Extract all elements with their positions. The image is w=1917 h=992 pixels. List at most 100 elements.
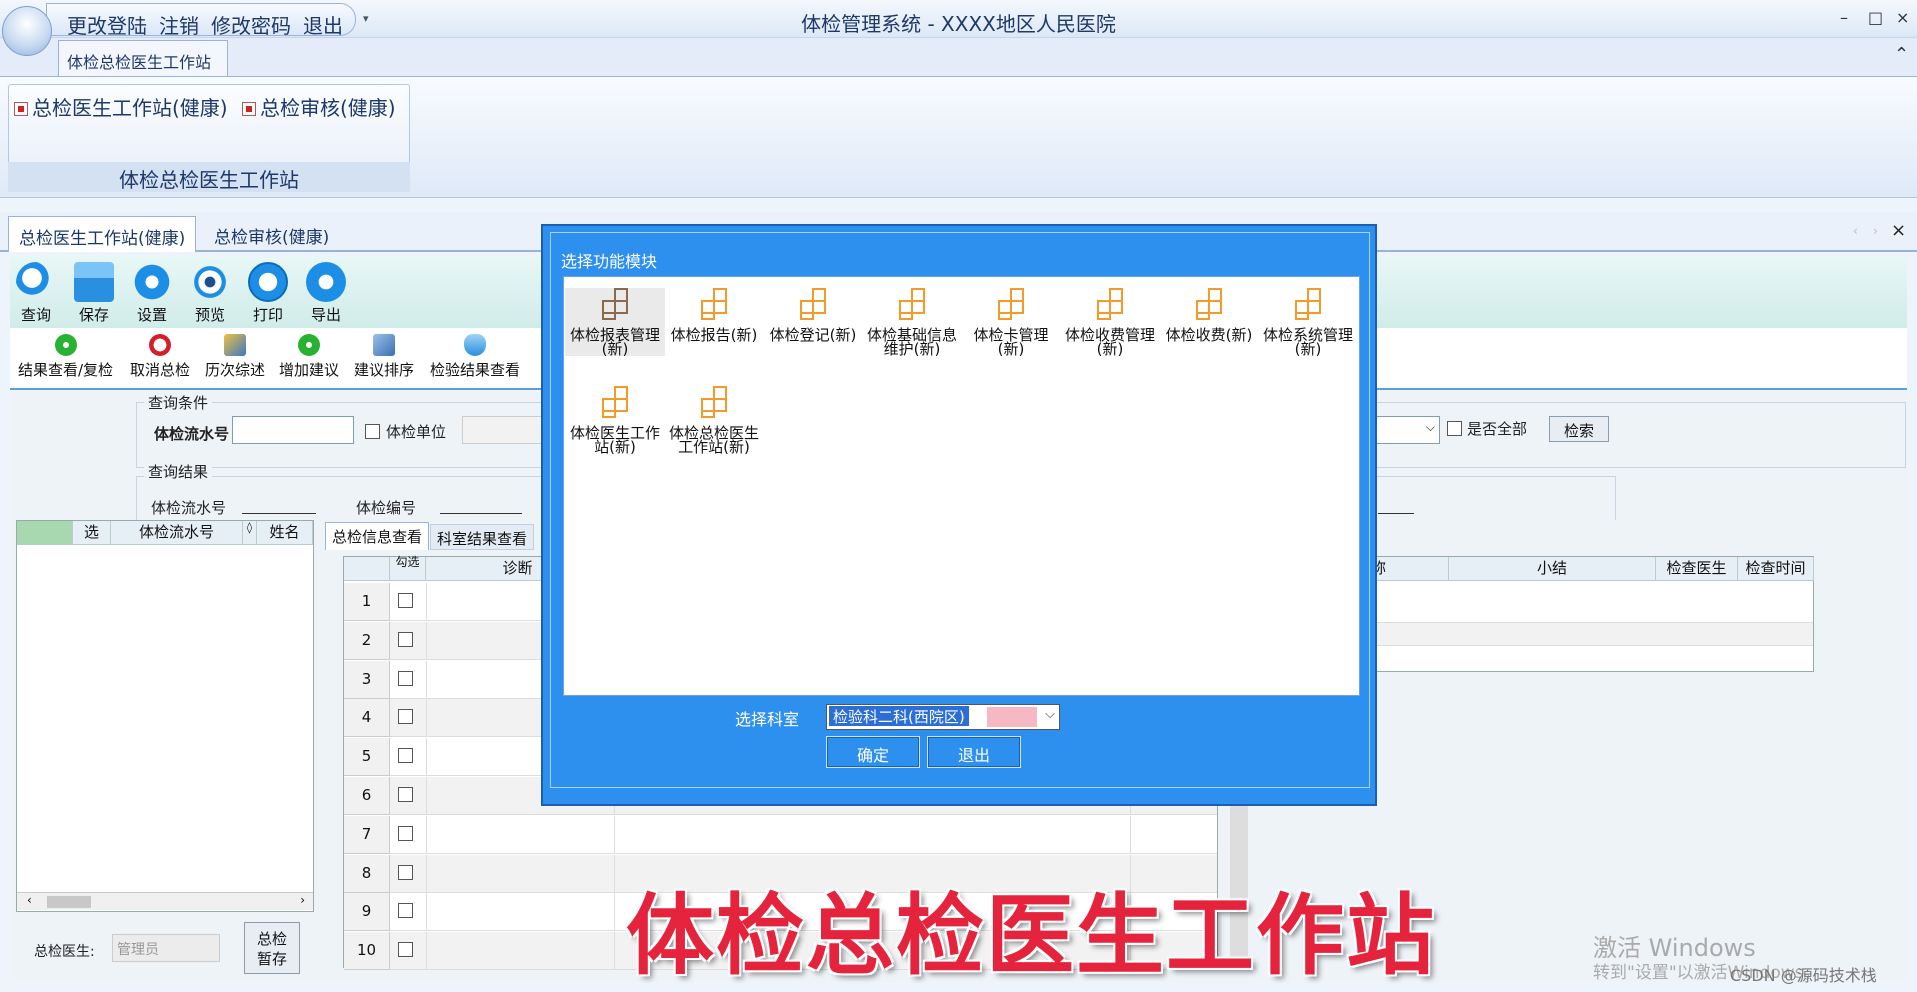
- col-check[interactable]: 勾选: [390, 556, 426, 581]
- print-button[interactable]: 打印: [242, 262, 294, 325]
- cancel-summary-label: 取消总检: [130, 361, 191, 379]
- module-grid-icon: [697, 386, 731, 420]
- gear-icon: [132, 262, 172, 302]
- all-checkbox[interactable]: [1447, 421, 1462, 436]
- search-button[interactable]: 检索: [1549, 416, 1609, 442]
- row-checkbox[interactable]: [398, 593, 413, 608]
- module-item[interactable]: 体检报表管理(新): [565, 288, 665, 358]
- horizontal-scrollbar[interactable]: ‹ ›: [17, 892, 313, 910]
- cancel-icon: [149, 334, 171, 356]
- temp-save-button[interactable]: 总检暂存: [244, 922, 300, 974]
- dept-combo[interactable]: ⌵: [1374, 416, 1440, 444]
- module-label: 体检医生工作站(新): [569, 424, 660, 456]
- menu-change-password[interactable]: 修改密码: [211, 10, 291, 39]
- row-checkbox[interactable]: [398, 787, 413, 802]
- ribbon-collapse-icon[interactable]: ⌃: [1894, 44, 1909, 65]
- col-select[interactable]: 选: [73, 521, 111, 545]
- plus-green-icon: [54, 334, 77, 356]
- row-number: 9: [344, 893, 390, 932]
- minimize-button[interactable]: –: [1840, 8, 1848, 27]
- module-item[interactable]: 体检系统管理(新): [1258, 288, 1358, 357]
- row-checkbox[interactable]: [398, 903, 413, 919]
- exit-button[interactable]: 退出: [927, 736, 1021, 768]
- module-item[interactable]: 体检总检医生工作站(新): [664, 386, 764, 455]
- history-icon: [224, 334, 246, 356]
- menu-logout[interactable]: 注销: [159, 10, 199, 39]
- close-window-button[interactable]: ×: [1896, 8, 1909, 27]
- view-recheck-button[interactable]: 结果查看/复检: [18, 334, 113, 380]
- chevron-down-icon: ⌵: [1045, 707, 1055, 722]
- col-time[interactable]: 检查时间: [1738, 557, 1814, 581]
- col-doctor[interactable]: 检查医生: [1656, 557, 1738, 581]
- row-checkbox[interactable]: [398, 942, 413, 958]
- query-button[interactable]: 查询: [10, 262, 62, 325]
- scroll-right-icon[interactable]: ›: [300, 893, 305, 907]
- sort-advice-button[interactable]: 建议排序: [354, 334, 414, 380]
- maximize-button[interactable]: □: [1868, 8, 1883, 27]
- row-checkbox[interactable]: [398, 825, 413, 841]
- ribbon-btn-doctor-station[interactable]: 总检医生工作站(健康): [14, 92, 228, 121]
- doctor-label: 总检医生:: [34, 944, 95, 960]
- col-divider: [426, 815, 427, 854]
- tab-summary-view[interactable]: 总检信息查看: [325, 522, 430, 550]
- row-checkbox[interactable]: [398, 709, 413, 725]
- col-sort-icon[interactable]: ◊: [243, 521, 257, 545]
- row-number: 3: [344, 660, 390, 699]
- flask-icon: [464, 334, 486, 356]
- plus-green-icon: [298, 334, 320, 356]
- col-summary[interactable]: 小结: [1449, 557, 1656, 581]
- scroll-thumb[interactable]: [47, 896, 91, 908]
- module-item[interactable]: 体检卡管理(新): [961, 288, 1061, 357]
- module-grid-icon: [1192, 288, 1226, 322]
- ribbon-tab[interactable]: 体检总检医生工作站: [58, 40, 228, 76]
- module-label: 体检报表管理(新): [569, 326, 660, 358]
- export-icon: [306, 262, 346, 302]
- tab-dept-results[interactable]: 科室结果查看: [430, 524, 535, 550]
- serial-input[interactable]: [232, 416, 354, 444]
- row-checkbox[interactable]: [398, 631, 413, 647]
- tab-doctor-station[interactable]: 总检医生工作站(健康): [8, 216, 197, 252]
- table-row[interactable]: 7: [344, 815, 1217, 854]
- tab-scroll-left-icon[interactable]: ‹: [1853, 224, 1858, 238]
- col-serial[interactable]: 体检流水号: [111, 521, 243, 545]
- col-divider: [426, 660, 427, 699]
- cancel-summary-button[interactable]: 取消总检: [130, 334, 190, 380]
- module-item[interactable]: 体检报告(新): [664, 288, 764, 343]
- ok-button[interactable]: 确定: [826, 736, 920, 768]
- col-divider: [614, 854, 615, 893]
- menu-change-login[interactable]: 更改登陆: [67, 10, 147, 39]
- row-checkbox[interactable]: [398, 748, 413, 764]
- lab-result-button[interactable]: 检验结果查看: [430, 334, 520, 380]
- module-item[interactable]: 体检登记(新): [763, 288, 863, 343]
- preview-button[interactable]: 预览: [184, 262, 236, 325]
- history-button[interactable]: 历次综述: [205, 334, 265, 380]
- app-orb-button[interactable]: [2, 6, 52, 56]
- save-button[interactable]: 保存: [68, 262, 120, 325]
- row-checkbox[interactable]: [398, 670, 413, 686]
- tab-scroll-right-icon[interactable]: ›: [1873, 224, 1878, 238]
- unit-checkbox[interactable]: [365, 424, 380, 439]
- query-label: 查询: [20, 306, 51, 324]
- exam-no-underline: [440, 513, 522, 514]
- module-item[interactable]: 体检基础信息维护(新): [862, 288, 962, 357]
- tab-audit[interactable]: 总检审核(健康): [204, 216, 339, 252]
- export-button[interactable]: 导出: [300, 262, 352, 325]
- scroll-left-icon[interactable]: ‹: [27, 893, 32, 907]
- add-advice-button[interactable]: 增加建议: [279, 334, 339, 380]
- col-name[interactable]: 姓名: [257, 521, 313, 545]
- module-item[interactable]: 体检医生工作站(新): [565, 386, 665, 456]
- menu-exit[interactable]: 退出: [303, 10, 343, 39]
- settings-button[interactable]: 设置: [126, 262, 178, 325]
- module-grid-icon: [1291, 288, 1325, 322]
- tab-close-icon[interactable]: ×: [1891, 220, 1906, 241]
- serial-label: 体检流水号: [154, 425, 230, 443]
- unit-select[interactable]: [462, 416, 542, 444]
- doctor-select[interactable]: 管理员: [112, 934, 220, 962]
- col-divider: [426, 854, 427, 893]
- module-item[interactable]: 体检收费管理(新): [1060, 288, 1160, 357]
- save-label: 保存: [78, 306, 109, 324]
- module-item[interactable]: 体检收费(新): [1159, 288, 1259, 343]
- module-grid-icon: [895, 288, 929, 322]
- ribbon-btn-audit[interactable]: 总检审核(健康): [242, 92, 396, 121]
- row-checkbox[interactable]: [398, 864, 413, 880]
